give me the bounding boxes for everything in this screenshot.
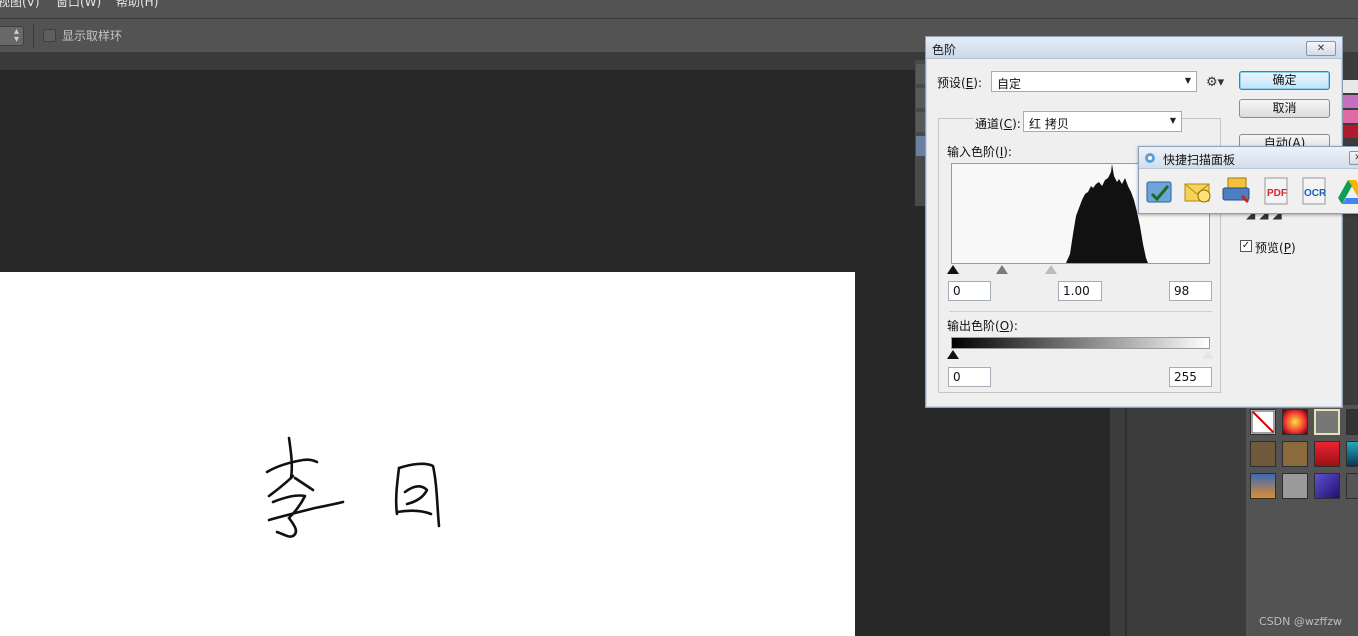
- show-sampling-ring-label: 显示取样环: [62, 29, 123, 43]
- menu-view[interactable]: 视图(V): [0, 0, 40, 10]
- quick-scan-panel: 快捷扫描面板 ✕ PDF OCR: [1138, 146, 1358, 214]
- scan-panel-title-bar[interactable]: 快捷扫描面板 ✕: [1139, 147, 1358, 169]
- input-black-slider[interactable]: [947, 265, 959, 274]
- style-none-tile[interactable]: [1250, 409, 1276, 435]
- watermark: CSDN @wzffzw: [1259, 615, 1342, 628]
- input-black-field[interactable]: 0: [948, 281, 991, 301]
- svg-text:PDF: PDF: [1267, 188, 1287, 199]
- input-white-field[interactable]: 98: [1169, 281, 1212, 301]
- scan-to-email-icon[interactable]: [1182, 174, 1214, 208]
- chevron-down-icon: ▼: [1184, 76, 1191, 85]
- style-tile[interactable]: [1250, 473, 1276, 499]
- preview-label: 预览(P): [1255, 241, 1296, 255]
- output-levels-label: 输出色阶(O):: [947, 319, 1018, 333]
- menu-window[interactable]: 窗口(W): [56, 0, 101, 10]
- output-black-field[interactable]: 0: [948, 367, 991, 387]
- sample-size-stepper[interactable]: ▴ ▾: [0, 26, 24, 46]
- gear-icon[interactable]: ⚙▾: [1206, 75, 1224, 90]
- style-tile[interactable]: [1250, 441, 1276, 467]
- levels-title-bar[interactable]: 色阶 ✕: [926, 37, 1342, 59]
- channel-value: 红 拷贝: [1029, 117, 1069, 131]
- scan-to-pdf-icon[interactable]: PDF: [1260, 174, 1292, 208]
- channel-label: 通道(C):: [973, 115, 1023, 132]
- menu-bar: 视图(V) 窗口(W) 帮助(H): [0, 0, 1358, 18]
- levels-title: 色阶: [932, 43, 957, 57]
- style-tile-selected[interactable]: [1314, 409, 1340, 435]
- style-tile[interactable]: [1282, 441, 1308, 467]
- style-tile[interactable]: [1346, 473, 1358, 499]
- preset-label: 预设(E):: [937, 76, 983, 90]
- divider: [949, 311, 1212, 312]
- ok-button[interactable]: 确定: [1239, 71, 1330, 90]
- style-tile[interactable]: [1282, 473, 1308, 499]
- output-black-slider[interactable]: [947, 350, 959, 359]
- scan-to-ocr-icon[interactable]: OCR: [1298, 174, 1330, 208]
- input-gamma-field[interactable]: 1.00: [1058, 281, 1102, 301]
- style-tile[interactable]: [1314, 441, 1340, 467]
- show-sampling-ring-checkbox[interactable]: [43, 29, 56, 42]
- channel-select[interactable]: 红 拷贝 ▼: [1023, 111, 1182, 132]
- input-levels-label: 输入色阶(I):: [947, 145, 1012, 159]
- levels-dialog: 色阶 ✕ 预设(E): 自定 ▼ ⚙▾ 确定 取消 自动(A) 通道(C): 红…: [925, 36, 1343, 408]
- scan-logo-icon: [1145, 153, 1155, 163]
- handwritten-signature: [265, 436, 441, 538]
- options-separator: [33, 24, 34, 48]
- preview-checkbox[interactable]: ✓: [1240, 240, 1252, 252]
- photoshop-window: 视图(V) 窗口(W) 帮助(H) ▴ ▾ 显示取样环 CSDN @wzffzw…: [0, 0, 1358, 636]
- styles-panel: [1246, 405, 1358, 636]
- document-canvas[interactable]: [0, 272, 855, 636]
- input-white-slider[interactable]: [1045, 265, 1057, 274]
- output-white-slider[interactable]: [1202, 350, 1214, 359]
- cancel-button[interactable]: 取消: [1239, 99, 1330, 118]
- style-tile[interactable]: [1314, 473, 1340, 499]
- panel-divider: [1125, 400, 1127, 636]
- close-icon[interactable]: ✕: [1349, 151, 1358, 165]
- style-tile[interactable]: [1282, 409, 1308, 435]
- close-icon[interactable]: ✕: [1306, 41, 1336, 56]
- style-tile[interactable]: [1346, 441, 1358, 467]
- output-gradient-bar: [951, 337, 1210, 349]
- menu-help[interactable]: 帮助(H): [116, 0, 158, 10]
- stepper-arrows-icon: ▴ ▾: [13, 26, 19, 45]
- svg-text:OCR: OCR: [1304, 188, 1327, 199]
- scan-panel-title: 快捷扫描面板: [1163, 153, 1236, 167]
- preset-select[interactable]: 自定 ▼: [991, 71, 1197, 92]
- style-tile[interactable]: [1346, 409, 1358, 435]
- scan-to-drive-icon[interactable]: [1336, 174, 1358, 208]
- scan-to-image-icon[interactable]: [1144, 174, 1176, 208]
- input-gamma-slider[interactable]: [996, 265, 1008, 274]
- scan-to-printer-icon[interactable]: [1220, 174, 1252, 208]
- chevron-down-icon: ▼: [1169, 116, 1176, 125]
- preset-value: 自定: [997, 77, 1022, 91]
- no-style-icon: [1251, 410, 1275, 434]
- output-white-field[interactable]: 255: [1169, 367, 1212, 387]
